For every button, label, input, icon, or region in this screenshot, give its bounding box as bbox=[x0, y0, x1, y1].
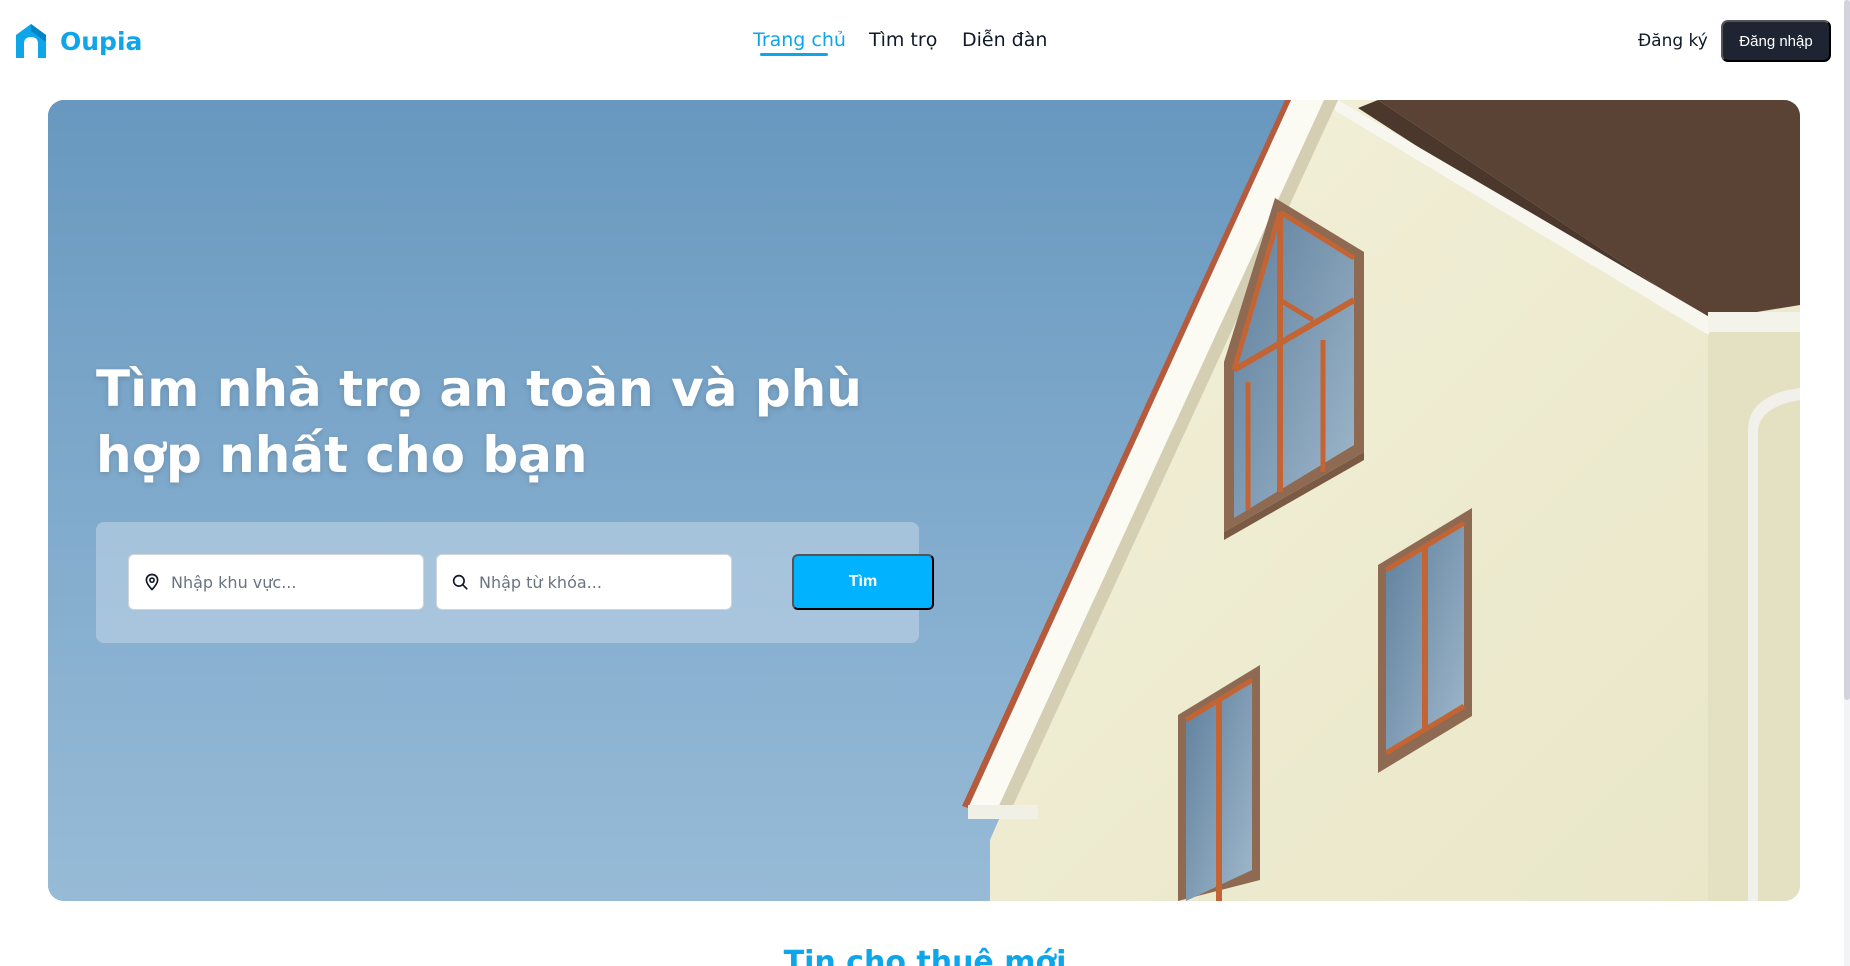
nav-item-tim-tro[interactable]: Tìm trọ bbox=[869, 27, 937, 53]
site-header: Oupia Trang chủ Tìm trọ Diễn đàn Đăng ký… bbox=[0, 0, 1850, 83]
active-nav-indicator bbox=[760, 53, 828, 56]
keyword-input[interactable] bbox=[479, 572, 719, 592]
area-input[interactable] bbox=[171, 572, 411, 592]
nav-item-dien-dan[interactable]: Diễn đàn bbox=[962, 27, 1047, 53]
keyword-field[interactable] bbox=[436, 554, 732, 610]
search-button[interactable]: Tìm bbox=[792, 554, 934, 610]
nav-item-trang-chu[interactable]: Trang chủ bbox=[753, 27, 846, 53]
page-scrollbar[interactable] bbox=[1844, 0, 1850, 966]
scrollbar-thumb[interactable] bbox=[1844, 0, 1850, 700]
hero-banner: Tìm nhà trọ an toàn và phù hợp nhất cho … bbox=[48, 100, 1800, 901]
area-field[interactable] bbox=[128, 554, 424, 610]
search-icon bbox=[452, 574, 468, 590]
hero-title: Tìm nhà trọ an toàn và phù hợp nhất cho … bbox=[96, 360, 862, 484]
login-button[interactable]: Đăng nhập bbox=[1721, 20, 1831, 62]
search-panel: Tìm bbox=[96, 522, 934, 643]
main-nav: Trang chủ Tìm trọ Diễn đàn bbox=[0, 27, 1850, 57]
signup-link[interactable]: Đăng ký bbox=[1638, 30, 1708, 52]
house-under-blue-sky-photo bbox=[48, 100, 1800, 901]
map-pin-icon bbox=[145, 573, 159, 591]
new-listings-heading: Tin cho thuê mới bbox=[783, 945, 1067, 966]
